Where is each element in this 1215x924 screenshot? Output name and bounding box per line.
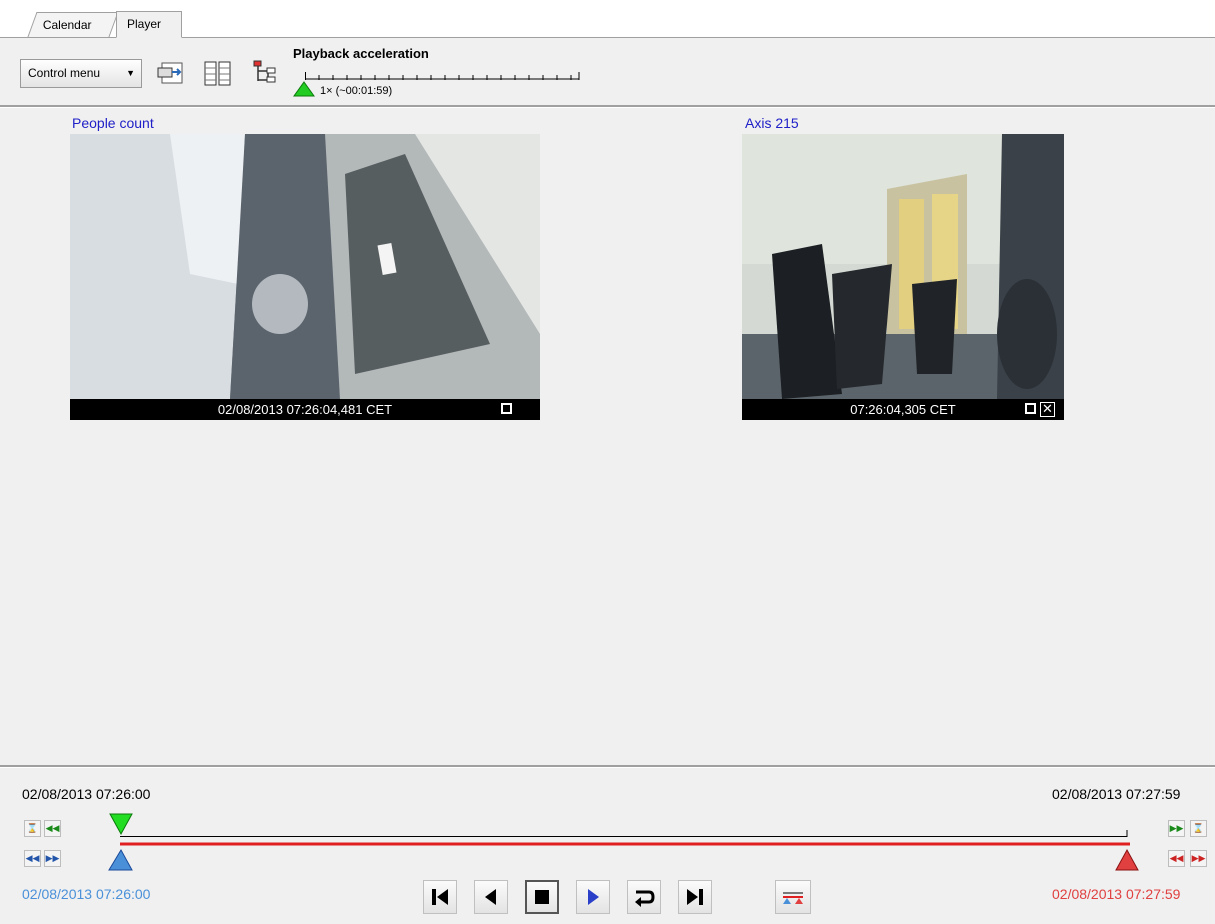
fast-forward-icon: ▶▶ xyxy=(1191,853,1206,863)
zoom-out-start-button[interactable]: ⌛ xyxy=(24,820,41,837)
shift-start-back-button[interactable]: ◀◀ xyxy=(24,850,41,867)
shift-start-forward-button[interactable]: ▶▶ xyxy=(44,850,61,867)
layout-button[interactable] xyxy=(201,57,233,89)
go-to-end-button[interactable] xyxy=(678,880,712,914)
play-icon xyxy=(588,889,599,905)
toolbar-separator xyxy=(0,105,1215,108)
camera-status-bar-people-count: 02/08/2013 07:26:04,481 CET xyxy=(70,399,540,420)
zoom-out-end-button[interactable]: ⌛ xyxy=(1190,820,1207,837)
hourglass-icon: ⌛ xyxy=(1192,823,1205,833)
camera-status-bar-axis-215: 07:26:04,305 CET ✕ xyxy=(742,399,1064,420)
rewind-icon: ◀◀ xyxy=(1169,853,1184,863)
tab-divider xyxy=(0,37,1215,38)
camera-title-axis-215: Axis 215 xyxy=(745,115,799,131)
camera-title-people-count: People count xyxy=(72,115,154,131)
timeline-range-start: 02/08/2013 07:26:00 xyxy=(22,786,151,802)
timeline-range-end: 02/08/2013 07:27:59 xyxy=(1052,786,1181,802)
timeline-separator xyxy=(0,765,1215,768)
play-button[interactable] xyxy=(576,880,610,914)
hourglass-icon: ⌛ xyxy=(26,823,39,833)
layout-columns-icon xyxy=(204,61,231,86)
camera-timestamp-axis-215: 07:26:04,305 CET xyxy=(850,402,956,417)
position-marker[interactable] xyxy=(109,813,133,836)
tab-calendar[interactable]: Calendar xyxy=(27,12,119,37)
control-menu-label: Control menu xyxy=(28,66,101,80)
fast-forward-icon: ▶▶ xyxy=(45,853,60,863)
shift-end-back-button[interactable]: ◀◀ xyxy=(1168,850,1185,867)
tab-strip xyxy=(0,0,1215,38)
camera-tree-icon xyxy=(253,60,276,83)
step-back-icon xyxy=(485,889,496,905)
shift-position-forward-button[interactable]: ▶▶ xyxy=(1168,820,1185,837)
export-button[interactable] xyxy=(155,57,187,89)
control-menu-dropdown[interactable]: Control menu ▼ xyxy=(20,59,142,88)
camera-tree-button[interactable] xyxy=(249,57,281,89)
camera-view-people-count[interactable] xyxy=(70,134,540,399)
selection-start-time: 02/08/2013 07:26:00 xyxy=(22,886,151,902)
camera-feed-image xyxy=(70,134,540,399)
selection-end-marker[interactable] xyxy=(1115,848,1139,871)
play-backward-button[interactable] xyxy=(474,880,508,914)
acceleration-slider-thumb[interactable] xyxy=(293,81,315,97)
acceleration-value: 1× (~00:01:59) xyxy=(320,85,393,97)
timeline-bar[interactable] xyxy=(105,812,1145,872)
loop-icon xyxy=(635,890,655,907)
rewind-icon: ◀◀ xyxy=(25,853,40,863)
maximize-icon[interactable] xyxy=(501,403,512,414)
selection-start-marker[interactable] xyxy=(108,848,133,871)
camera-timestamp-people-count: 02/08/2013 07:26:04,481 CET xyxy=(217,402,393,417)
tab-player-label: Player xyxy=(127,17,162,31)
loop-button[interactable] xyxy=(627,880,661,914)
selection-end-time: 02/08/2013 07:27:59 xyxy=(1052,886,1181,902)
go-to-start-button[interactable] xyxy=(423,880,457,914)
camera-view-axis-215[interactable] xyxy=(742,134,1064,399)
shift-position-back-button[interactable]: ◀◀ xyxy=(44,820,61,837)
dropdown-arrow-icon: ▼ xyxy=(126,68,135,78)
tab-calendar-label: Calendar xyxy=(42,18,92,32)
sync-markers-button[interactable] xyxy=(775,880,811,914)
sync-markers-icon xyxy=(783,892,803,904)
go-to-start-icon xyxy=(432,889,448,905)
go-to-end-icon xyxy=(687,889,703,905)
tab-player[interactable]: Player xyxy=(116,11,182,38)
playback-acceleration-label: Playback acceleration xyxy=(293,46,429,61)
acceleration-slider-track[interactable] xyxy=(305,72,580,80)
fast-forward-icon: ▶▶ xyxy=(1169,823,1184,833)
stop-icon xyxy=(535,890,549,904)
stop-button[interactable] xyxy=(525,880,559,914)
maximize-icon[interactable] xyxy=(1025,403,1036,414)
export-icon xyxy=(157,62,183,84)
shift-end-forward-button[interactable]: ▶▶ xyxy=(1190,850,1207,867)
camera-feed-image xyxy=(742,134,1064,399)
rewind-icon: ◀◀ xyxy=(45,823,60,833)
close-icon[interactable]: ✕ xyxy=(1040,402,1055,417)
